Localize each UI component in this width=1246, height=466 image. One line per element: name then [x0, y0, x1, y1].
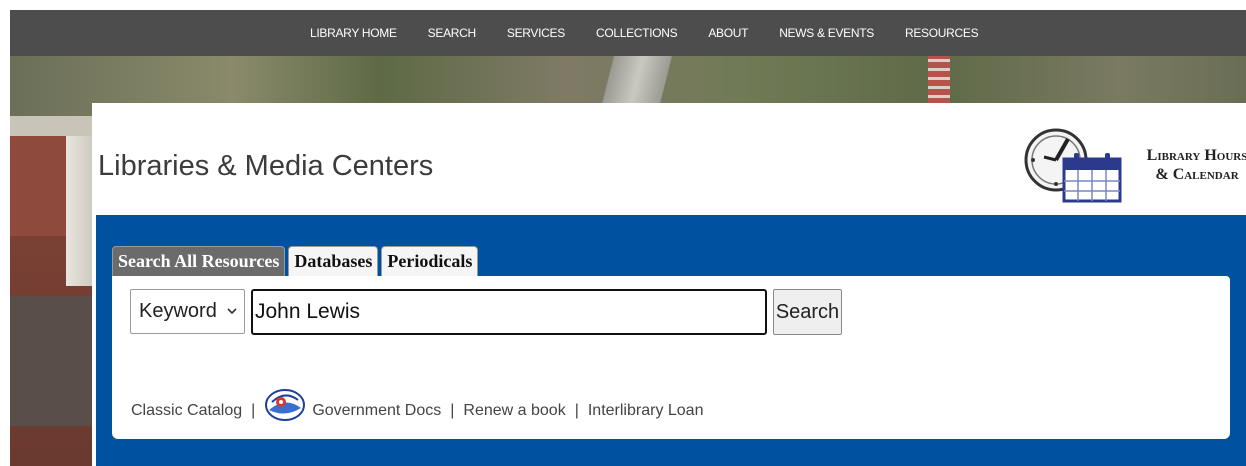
- hero-cupola: [66, 136, 92, 286]
- government-docs-seal-icon[interactable]: [264, 388, 306, 422]
- library-hours-label: Library Hours & Calendar: [1142, 146, 1246, 184]
- nav-services[interactable]: SERVICES: [507, 26, 565, 40]
- search-button[interactable]: Search: [773, 289, 842, 335]
- nav-search[interactable]: SEARCH: [428, 26, 477, 40]
- search-box: Keyword Search Classic Catalog | Governm…: [112, 276, 1230, 439]
- hero-roof: [10, 296, 92, 426]
- nav-news-events[interactable]: NEWS & EVENTS: [779, 26, 874, 40]
- chevron-down-icon: [227, 308, 237, 315]
- search-field-select[interactable]: Keyword: [130, 289, 245, 334]
- search-tabs: Search All Resources Databases Periodica…: [112, 246, 481, 277]
- interlibrary-loan-link[interactable]: Interlibrary Loan: [588, 402, 704, 420]
- search-region: Search All Resources Databases Periodica…: [96, 215, 1246, 466]
- top-navigation: LIBRARY HOME SEARCH SERVICES COLLECTIONS…: [10, 10, 1246, 56]
- search-field-value: Keyword: [139, 300, 217, 322]
- nav-menu: LIBRARY HOME SEARCH SERVICES COLLECTIONS…: [310, 10, 1009, 56]
- nav-about[interactable]: ABOUT: [708, 26, 748, 40]
- quick-links: Classic Catalog | Government Docs | Rene…: [131, 380, 704, 422]
- page-title: Libraries & Media Centers: [98, 150, 434, 182]
- classic-catalog-link[interactable]: Classic Catalog: [131, 402, 242, 420]
- hero-road: [602, 56, 672, 104]
- nav-library-home[interactable]: LIBRARY HOME: [310, 26, 397, 40]
- nav-resources[interactable]: RESOURCES: [905, 26, 979, 40]
- link-separator: |: [574, 402, 579, 419]
- calendar-icon: [1062, 153, 1122, 203]
- library-hours-line1: Library Hours: [1146, 147, 1246, 164]
- nav-collections[interactable]: COLLECTIONS: [596, 26, 678, 40]
- tab-databases[interactable]: Databases: [288, 246, 379, 277]
- search-input[interactable]: [251, 289, 767, 335]
- link-separator: |: [450, 402, 455, 419]
- tab-search-all-resources[interactable]: Search All Resources: [112, 246, 286, 277]
- clock-calendar-icon: [1024, 128, 1122, 203]
- renew-book-link[interactable]: Renew a book: [463, 402, 565, 420]
- government-docs-link[interactable]: Government Docs: [312, 402, 441, 420]
- link-separator: |: [251, 402, 256, 419]
- library-hours-calendar-link[interactable]: Library Hours & Calendar: [1020, 127, 1246, 203]
- hero-radio-tower: [928, 56, 950, 104]
- tab-periodicals[interactable]: Periodicals: [381, 246, 479, 277]
- library-hours-line2: & Calendar: [1155, 166, 1239, 183]
